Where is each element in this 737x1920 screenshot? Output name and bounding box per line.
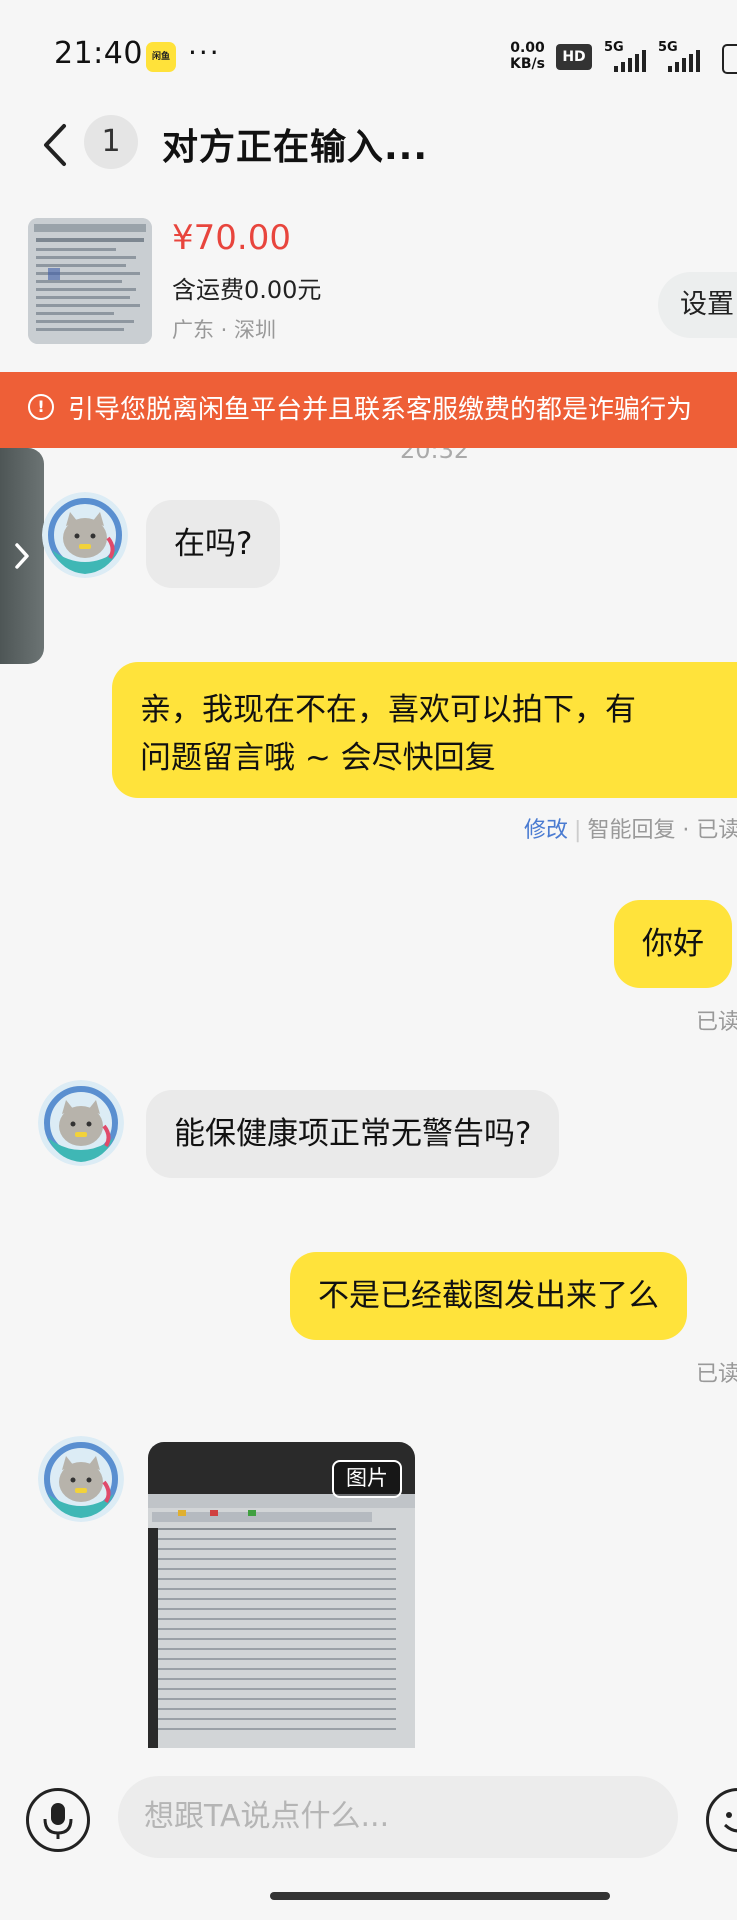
message-meta: 修改 | 智能回复 · 已读	[524, 812, 737, 844]
edit-link[interactable]: 修改	[524, 818, 568, 843]
avatar[interactable]	[38, 1436, 124, 1522]
avatar[interactable]	[42, 492, 128, 578]
chevron-left-icon	[44, 124, 66, 166]
smart-reply-status: 智能回复 · 已读	[587, 818, 737, 843]
status-bar: 21:40 闲鱼 ··· 0.00 KB/s HD 5G 5G	[0, 0, 737, 110]
fraud-warning-text: 引导您脱离闲鱼平台并且联系客服缴费的都是诈骗行为	[68, 395, 693, 425]
chat-title: 对方正在输入...	[162, 127, 429, 168]
back-button[interactable]	[38, 120, 78, 170]
network-speed: 0.00 KB/s	[510, 40, 545, 72]
read-status: 已读	[696, 1362, 737, 1387]
unread-count-badge[interactable]: 1	[84, 115, 138, 169]
cat-avatar-icon	[38, 1436, 124, 1522]
product-shipping: 含运费0.00元	[172, 276, 322, 304]
network-speed-unit: KB/s	[510, 56, 545, 72]
emoji-button[interactable]	[706, 1788, 737, 1852]
microphone-icon	[43, 1803, 73, 1839]
battery-icon	[722, 44, 737, 74]
message-bubble-incoming[interactable]: 能保健康项正常无警告吗?	[146, 1090, 560, 1178]
message-bubble-outgoing[interactable]: 亲，我现在不在，喜欢可以拍下，有 问题留言哦 ~ 会尽快回复	[112, 662, 737, 798]
network-speed-value: 0.00	[510, 40, 545, 56]
cat-avatar-icon	[38, 1080, 124, 1166]
voice-button[interactable]	[26, 1788, 90, 1852]
message-line: 问题留言哦 ~ 会尽快回复	[140, 740, 496, 776]
avatar[interactable]	[38, 1080, 124, 1166]
image-badge: 图片	[332, 1460, 402, 1498]
fraud-warning-banner[interactable]: ! 引导您脱离闲鱼平台并且联系客服缴费的都是诈骗行为	[0, 372, 737, 448]
settings-button[interactable]: 设置	[658, 272, 737, 338]
cat-avatar-icon	[42, 492, 128, 578]
status-time: 21:40	[54, 36, 143, 71]
input-bar: 想跟TA说点什么...	[0, 1748, 737, 1920]
hd-voice-icon: HD	[556, 44, 592, 70]
read-status: 已读	[696, 1010, 737, 1035]
message-bubble-outgoing[interactable]: 不是已经截图发出来了么	[290, 1252, 687, 1340]
chevron-right-icon	[15, 543, 29, 569]
home-indicator[interactable]	[270, 1892, 610, 1900]
message-line: 亲，我现在不在，喜欢可以拍下，有	[140, 692, 636, 728]
message-bubble-outgoing[interactable]: 你好	[614, 900, 732, 988]
side-drawer-handle[interactable]	[0, 448, 44, 664]
xianyu-app-icon: 闲鱼	[146, 42, 176, 72]
alert-icon: !	[28, 394, 54, 420]
product-location: 广东 · 深圳	[172, 318, 277, 342]
message-bubble-incoming[interactable]: 在吗?	[146, 500, 281, 588]
emoji-icon	[723, 1812, 737, 1833]
more-notifications-icon: ···	[188, 36, 221, 69]
message-input[interactable]: 想跟TA说点什么...	[118, 1776, 678, 1858]
product-price: ¥70.00	[172, 218, 291, 258]
product-thumbnail[interactable]	[28, 218, 152, 344]
product-card[interactable]: ¥70.00 含运费0.00元 广东 · 深圳 设置	[0, 210, 737, 370]
